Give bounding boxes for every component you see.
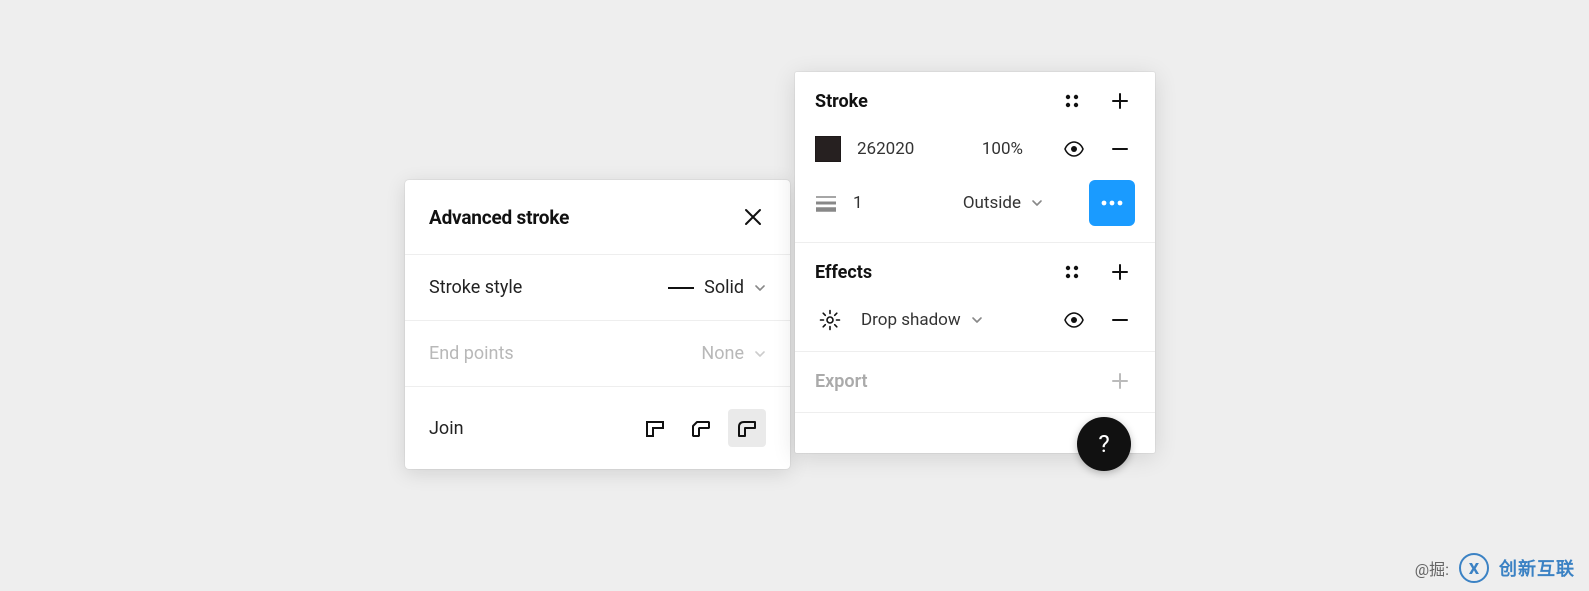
stroke-section-tools bbox=[1057, 86, 1135, 116]
stroke-style-label: Stroke style bbox=[429, 277, 522, 298]
popover-header: Advanced stroke bbox=[405, 180, 790, 255]
chevron-down-icon bbox=[1031, 197, 1043, 209]
stroke-hex-value[interactable]: 262020 bbox=[857, 139, 914, 159]
styles-icon[interactable] bbox=[1057, 86, 1087, 116]
visibility-eye-icon[interactable] bbox=[1059, 305, 1089, 335]
stroke-more-button[interactable] bbox=[1089, 180, 1135, 226]
join-miter-button[interactable] bbox=[636, 409, 674, 447]
stroke-position-value: Outside bbox=[963, 193, 1021, 213]
stroke-section: Stroke 262020 100% bbox=[795, 72, 1155, 243]
watermark-brand: 创新互联 bbox=[1499, 555, 1575, 581]
chevron-down-icon bbox=[754, 348, 766, 360]
close-icon[interactable] bbox=[738, 202, 768, 232]
stroke-width-input[interactable]: 1 bbox=[853, 193, 863, 213]
remove-minus-icon[interactable] bbox=[1105, 134, 1135, 164]
end-points-label: End points bbox=[429, 343, 514, 364]
join-label: Join bbox=[429, 418, 464, 439]
stroke-section-title: Stroke bbox=[815, 91, 868, 112]
effects-section-title: Effects bbox=[815, 262, 872, 283]
stroke-color-swatch[interactable] bbox=[815, 136, 841, 162]
join-bevel-button[interactable] bbox=[682, 409, 720, 447]
join-buttons bbox=[636, 409, 766, 447]
popover-title: Advanced stroke bbox=[429, 206, 569, 229]
effects-section-tools bbox=[1057, 257, 1135, 287]
chevron-down-icon bbox=[971, 314, 983, 326]
effect-settings-sun-icon[interactable] bbox=[815, 305, 845, 335]
advanced-stroke-popover: Advanced stroke Stroke style Solid End p… bbox=[405, 180, 790, 469]
stroke-style-value: Solid bbox=[704, 277, 744, 298]
stroke-width-row: 1 Outside bbox=[815, 164, 1135, 226]
join-row: Join bbox=[405, 387, 790, 469]
end-points-value-group: None bbox=[701, 343, 766, 364]
end-points-value: None bbox=[701, 343, 744, 364]
stroke-style-row[interactable]: Stroke style Solid bbox=[405, 255, 790, 321]
help-button[interactable]: ? bbox=[1077, 417, 1131, 471]
watermark: @掘: X 创新互联 bbox=[1415, 553, 1575, 583]
remove-minus-icon[interactable] bbox=[1105, 305, 1135, 335]
effect-row: Drop shadow bbox=[815, 293, 1135, 335]
stroke-section-header: Stroke bbox=[815, 86, 1135, 122]
export-section-tools bbox=[1105, 366, 1135, 396]
inspector-panel: Stroke 262020 100% bbox=[795, 72, 1155, 453]
effect-type-value: Drop shadow bbox=[861, 310, 961, 330]
watermark-logo-icon: X bbox=[1459, 553, 1489, 583]
chevron-down-icon bbox=[754, 282, 766, 294]
effect-type-select[interactable]: Drop shadow bbox=[861, 310, 983, 330]
export-section-header: Export bbox=[815, 366, 1135, 396]
watermark-attrib: @掘: bbox=[1415, 556, 1449, 580]
export-section-title: Export bbox=[815, 371, 868, 392]
stroke-opacity-value[interactable]: 100% bbox=[982, 139, 1023, 159]
stroke-color-row: 262020 100% bbox=[815, 122, 1135, 164]
plus-icon[interactable] bbox=[1105, 257, 1135, 287]
stroke-position-select[interactable]: Outside bbox=[963, 193, 1043, 213]
help-question-icon: ? bbox=[1098, 430, 1109, 458]
stroke-weight-icon bbox=[815, 194, 837, 212]
effects-section: Effects Drop shadow bbox=[795, 243, 1155, 352]
effects-section-header: Effects bbox=[815, 257, 1135, 293]
styles-icon[interactable] bbox=[1057, 257, 1087, 287]
join-round-button[interactable] bbox=[728, 409, 766, 447]
export-section: Export bbox=[795, 352, 1155, 413]
plus-icon[interactable] bbox=[1105, 366, 1135, 396]
stroke-solid-icon bbox=[668, 286, 694, 290]
plus-icon[interactable] bbox=[1105, 86, 1135, 116]
visibility-eye-icon[interactable] bbox=[1059, 134, 1089, 164]
end-points-row: End points None bbox=[405, 321, 790, 387]
stroke-style-value-group: Solid bbox=[668, 277, 766, 298]
